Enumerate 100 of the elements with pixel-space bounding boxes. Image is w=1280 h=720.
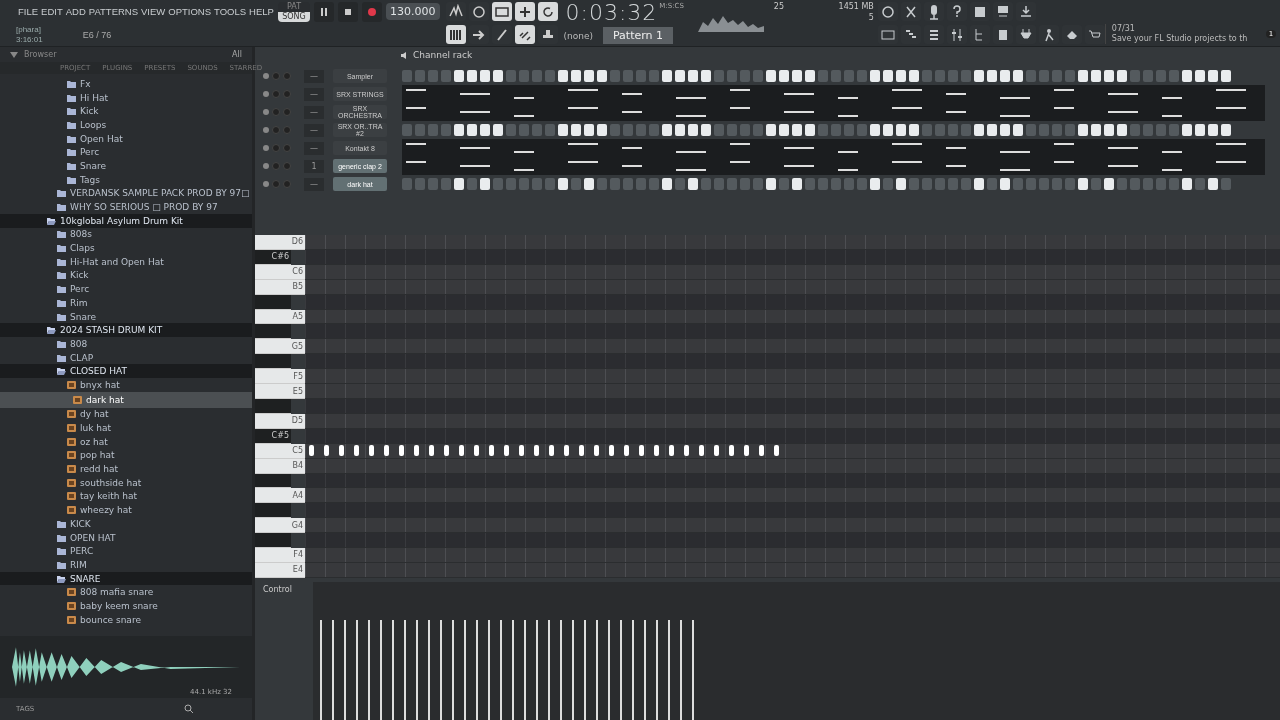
note[interactable] [549,445,554,457]
sample-item[interactable]: baby keem snare [0,599,252,613]
filter-dropdown[interactable]: All [232,50,242,59]
note[interactable] [489,445,494,457]
step-button[interactable] [662,178,672,190]
step-button[interactable] [792,124,802,136]
note[interactable] [534,445,539,457]
folder-item[interactable]: KICK [0,517,252,531]
pan-knob[interactable] [272,162,280,170]
step-button[interactable] [1195,124,1205,136]
volume-knob[interactable] [283,144,291,152]
mixer-track-number[interactable]: — [304,105,324,119]
note[interactable] [339,445,344,457]
step-button[interactable] [792,70,802,82]
step-button[interactable] [974,178,984,190]
folder-item[interactable]: Perc [0,282,252,296]
piano-key[interactable] [255,503,291,519]
folder-item[interactable]: Open Hat [0,131,252,146]
note[interactable] [654,445,659,457]
search-icon[interactable] [184,704,195,714]
folder-item[interactable]: 10kglobal Asylum Drum Kit [0,213,252,228]
tempo-display[interactable]: 130.000 [386,3,440,20]
step-button[interactable] [779,124,789,136]
menu-icon[interactable] [10,51,18,58]
folder-item[interactable]: Tags [0,172,252,187]
step-button[interactable] [909,70,919,82]
folder-item[interactable]: SNARE [0,571,252,586]
folder-item[interactable]: Loops [0,118,252,132]
folder-item[interactable]: OPEN HAT [0,530,252,545]
step-button[interactable] [1000,70,1010,82]
note[interactable] [774,445,779,457]
piano-key[interactable]: G4 [255,518,305,534]
volume-knob[interactable] [283,90,291,98]
sample-item[interactable]: oz hat [0,434,252,449]
volume-knob[interactable] [283,126,291,134]
step-button[interactable] [480,70,490,82]
piano-key[interactable]: G5 [255,339,305,355]
note[interactable] [504,445,509,457]
step-button[interactable] [974,124,984,136]
note[interactable] [669,445,674,457]
sample-item[interactable]: wheezy hat [0,503,252,517]
step-button[interactable] [1013,124,1023,136]
piano-key[interactable]: C6 [255,264,305,280]
menu-item[interactable]: ADD [65,6,86,17]
folder-item[interactable]: Snare [0,309,252,324]
step-button[interactable] [597,124,607,136]
menu-item[interactable]: EDIT [41,6,63,17]
sample-item[interactable]: redd hat [0,462,252,476]
note[interactable] [759,445,764,457]
step-button[interactable] [766,124,776,136]
step-button[interactable] [987,124,997,136]
note[interactable] [369,445,374,457]
step-button[interactable] [454,124,464,136]
sample-item[interactable]: tay keith hat [0,489,252,504]
step-button[interactable] [896,178,906,190]
step-button[interactable] [1078,70,1088,82]
toolbar-button[interactable] [514,25,535,44]
step-button[interactable] [662,70,672,82]
piano-key[interactable]: A4 [255,488,305,504]
mixer-track-number[interactable]: 1 [304,159,324,173]
pan-knob[interactable] [272,180,280,188]
folder-item[interactable]: 808 [0,337,252,351]
piano-key[interactable]: F4 [255,548,305,563]
note[interactable] [579,445,584,457]
folder-item[interactable]: Rim [0,296,252,310]
step-button[interactable] [1117,70,1127,82]
folder-item[interactable]: Perc [0,145,252,160]
menu-item[interactable]: VIEW [141,6,166,17]
note[interactable] [309,445,314,457]
pause-button[interactable] [314,1,334,22]
step-button[interactable] [766,70,776,82]
step-button[interactable] [558,124,568,136]
note[interactable] [444,445,449,457]
folder-item[interactable]: Claps [0,241,252,255]
step-button[interactable] [1104,124,1114,136]
step-button[interactable] [1000,178,1010,190]
step-button[interactable] [1195,70,1205,82]
step-button[interactable] [571,124,581,136]
piano-key[interactable]: C5 [255,443,305,459]
toolbar-button[interactable] [514,2,535,21]
piano-key[interactable]: E5 [255,384,305,399]
step-button[interactable] [870,178,880,190]
step-button[interactable] [662,124,672,136]
channel-toggle[interactable] [263,91,269,97]
step-button[interactable] [454,70,464,82]
step-button[interactable] [584,70,594,82]
step-button[interactable] [896,70,906,82]
volume-knob[interactable] [283,72,291,80]
step-button[interactable] [792,178,802,190]
step-button[interactable] [1208,70,1218,82]
folder-item[interactable]: 808s [0,227,252,242]
note[interactable] [324,445,329,457]
folder-item[interactable]: PERC [0,544,252,559]
channel-toggle[interactable] [263,163,269,169]
channel-toggle[interactable] [263,127,269,133]
folder-item[interactable]: Kick [0,104,252,119]
step-button[interactable] [688,124,698,136]
pan-knob[interactable] [272,144,280,152]
step-button[interactable] [558,70,568,82]
menu-item[interactable]: OPTIONS [168,6,212,17]
